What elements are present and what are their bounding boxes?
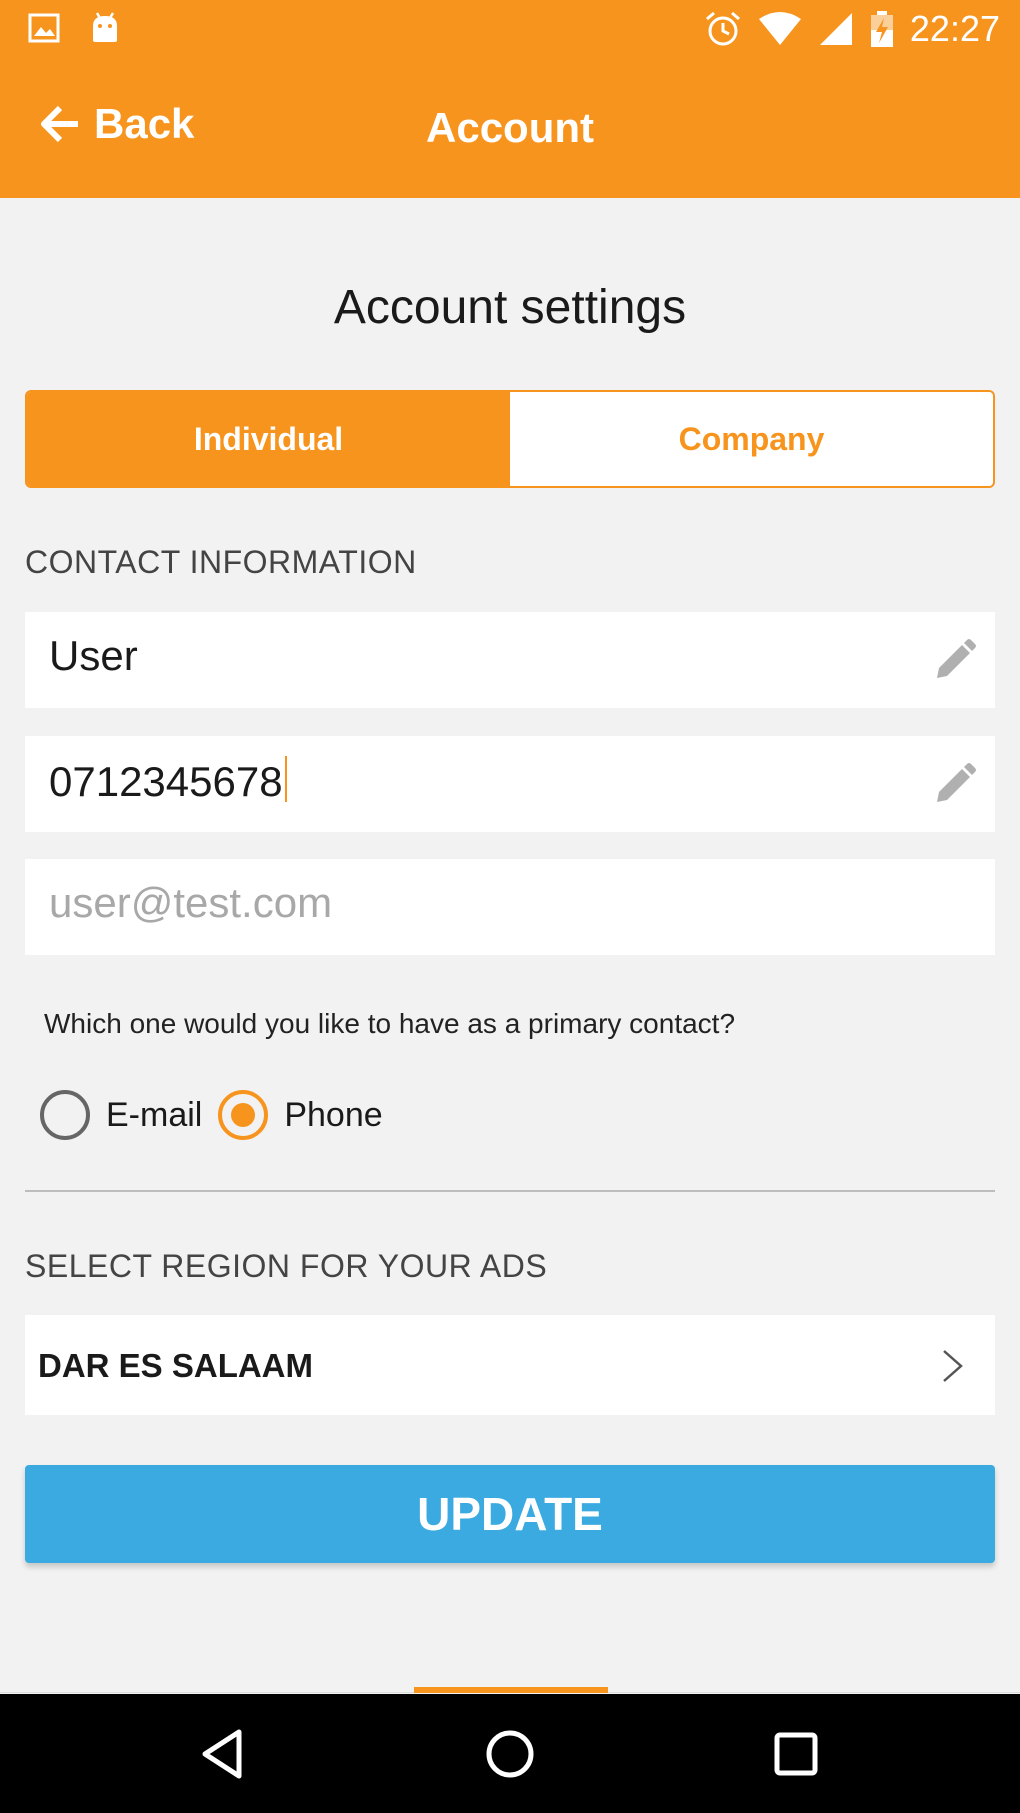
signal-icon (819, 13, 852, 45)
bottom-indicator (414, 1687, 608, 1693)
region-selector[interactable]: DAR ES SALAAM (25, 1315, 995, 1415)
radio-checked-icon (218, 1090, 269, 1140)
primary-contact-radio-group: E-mail Phone (40, 1090, 399, 1140)
phone-field[interactable]: 0712345678 (25, 736, 995, 832)
chevron-right-icon (943, 1350, 963, 1382)
update-button[interactable]: UPDATE (25, 1465, 995, 1563)
android-icon (93, 12, 117, 42)
radio-phone[interactable]: Phone (218, 1090, 383, 1140)
app-bar-title: Account (426, 104, 594, 151)
image-icon (28, 13, 60, 43)
radio-unchecked-icon (40, 1090, 90, 1140)
nav-back-icon[interactable] (193, 1724, 253, 1784)
region-value: DAR ES SALAAM (38, 1347, 314, 1384)
region-section-label: SELECT REGION FOR YOUR ADS (25, 1248, 548, 1284)
wifi-icon (758, 12, 801, 45)
alarm-icon (705, 11, 740, 46)
name-value: User (49, 632, 138, 679)
radio-email-label: E-mail (106, 1095, 203, 1134)
nav-home-icon[interactable] (480, 1724, 540, 1784)
email-placeholder: user@test.com (49, 879, 333, 926)
section-divider (25, 1190, 995, 1192)
primary-contact-question: Which one would you like to have as a pr… (44, 1008, 736, 1039)
edit-pencil-icon[interactable] (931, 762, 977, 808)
page-title: Account settings (333, 281, 687, 334)
contact-section-label: CONTACT INFORMATION (25, 544, 417, 580)
radio-email[interactable]: E-mail (40, 1090, 202, 1140)
status-time: 22:27 (909, 8, 1000, 49)
battery-charging-icon (870, 11, 893, 47)
edit-pencil-icon[interactable] (931, 638, 977, 684)
nav-recents-icon[interactable] (766, 1724, 826, 1784)
tab-individual[interactable]: Individual (27, 392, 510, 486)
account-type-toggle: Individual Company (25, 390, 995, 488)
email-field[interactable]: user@test.com (25, 859, 995, 955)
tab-company[interactable]: Company (510, 392, 993, 486)
system-nav-bar (0, 1694, 1020, 1813)
app-bar: Back Account (0, 60, 1020, 198)
status-bar: 22:27 (0, 0, 1020, 60)
phone-value: 0712345678 (49, 758, 283, 805)
text-cursor (284, 756, 287, 802)
phone-value-wrap: 0712345678 (49, 756, 287, 806)
radio-dot (231, 1103, 256, 1127)
radio-phone-label: Phone (284, 1095, 383, 1134)
name-field[interactable]: User (25, 612, 995, 708)
